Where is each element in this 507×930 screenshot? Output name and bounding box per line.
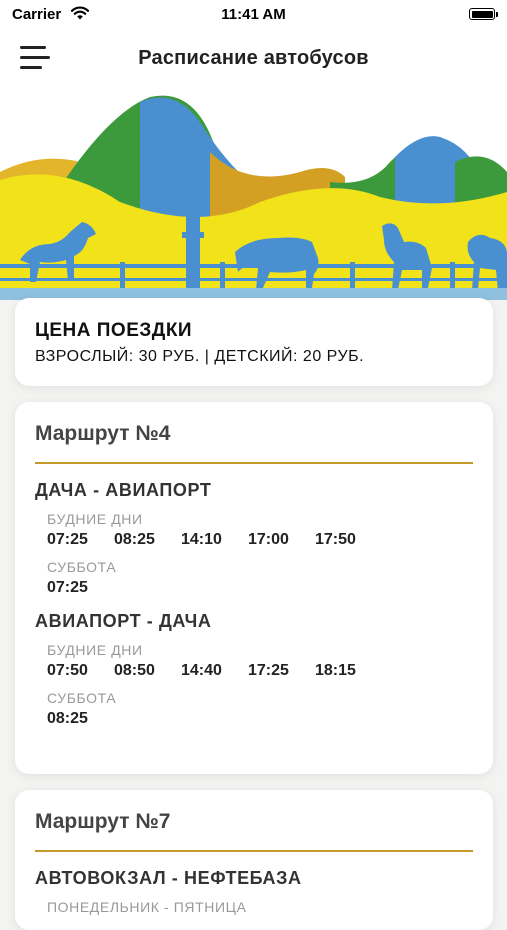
departure-time: 17:25 (248, 662, 289, 679)
departure-time: 17:00 (248, 531, 289, 548)
price-card: ЦЕНА ПОЕЗДКИ ВЗРОСЛЫЙ: 30 РУБ. | ДЕТСКИЙ… (15, 298, 493, 386)
route-divider (35, 462, 473, 464)
saturday-label: СУББОТА (47, 559, 117, 575)
navigation-bar: Расписание автобусов (0, 30, 507, 92)
route-title: Маршрут №4 (35, 422, 171, 445)
page-title: Расписание автобусов (138, 47, 369, 69)
departure-time: 08:50 (114, 662, 155, 679)
direction-name: ДАЧА - АВИАПОРТ (35, 480, 212, 500)
direction-name: АВТОВОКЗАЛ - НЕФТЕБАЗА (35, 868, 302, 888)
direction-block: АВИАПОРТ - ДАЧА БУДНИЕ ДНИ 07:50 08:50 1… (35, 611, 473, 728)
weekday-times: 07:50 08:50 14:40 17:25 18:15 (47, 662, 473, 680)
saturday-label: СУББОТА (47, 690, 117, 706)
route-card-7[interactable]: Маршрут №7 АВТОВОКЗАЛ - НЕФТЕБАЗА ПОНЕДЕ… (15, 790, 493, 930)
header-banner-image (0, 92, 507, 300)
weekday-label: ПОНЕДЕЛЬНИК - ПЯТНИЦА (47, 899, 247, 915)
direction-name: АВИАПОРТ - ДАЧА (35, 611, 212, 631)
departure-time: 18:15 (315, 662, 356, 679)
departure-time: 08:25 (47, 710, 88, 727)
battery-icon (469, 8, 498, 20)
weekday-label: БУДНИЕ ДНИ (47, 511, 143, 527)
departure-time: 07:50 (47, 662, 88, 679)
landscape-illustration (0, 95, 507, 300)
departure-time: 07:25 (47, 579, 88, 596)
weekday-label: БУДНИЕ ДНИ (47, 642, 143, 658)
departure-time: 14:10 (181, 531, 222, 548)
departure-time: 17:50 (315, 531, 356, 548)
direction-block: ДАЧА - АВИАПОРТ БУДНИЕ ДНИ 07:25 08:25 1… (35, 480, 473, 597)
route-card-4[interactable]: Маршрут №4 ДАЧА - АВИАПОРТ БУДНИЕ ДНИ 07… (15, 402, 493, 774)
status-bar: Carrier 11:41 AM (0, 0, 507, 30)
price-heading: ЦЕНА ПОЕЗДКИ (35, 320, 193, 341)
weekday-times: 07:25 08:25 14:10 17:00 17:50 (47, 531, 473, 549)
route-divider (35, 850, 473, 852)
price-text: ВЗРОСЛЫЙ: 30 РУБ. | ДЕТСКИЙ: 20 РУБ. (35, 348, 365, 365)
departure-time: 14:40 (181, 662, 222, 679)
saturday-times: 07:25 (47, 579, 473, 597)
clock: 11:41 AM (221, 6, 286, 23)
departure-time: 07:25 (47, 531, 88, 548)
saturday-times: 08:25 (47, 710, 473, 728)
departure-time: 08:25 (114, 531, 155, 548)
route-title: Маршрут №7 (35, 810, 171, 833)
